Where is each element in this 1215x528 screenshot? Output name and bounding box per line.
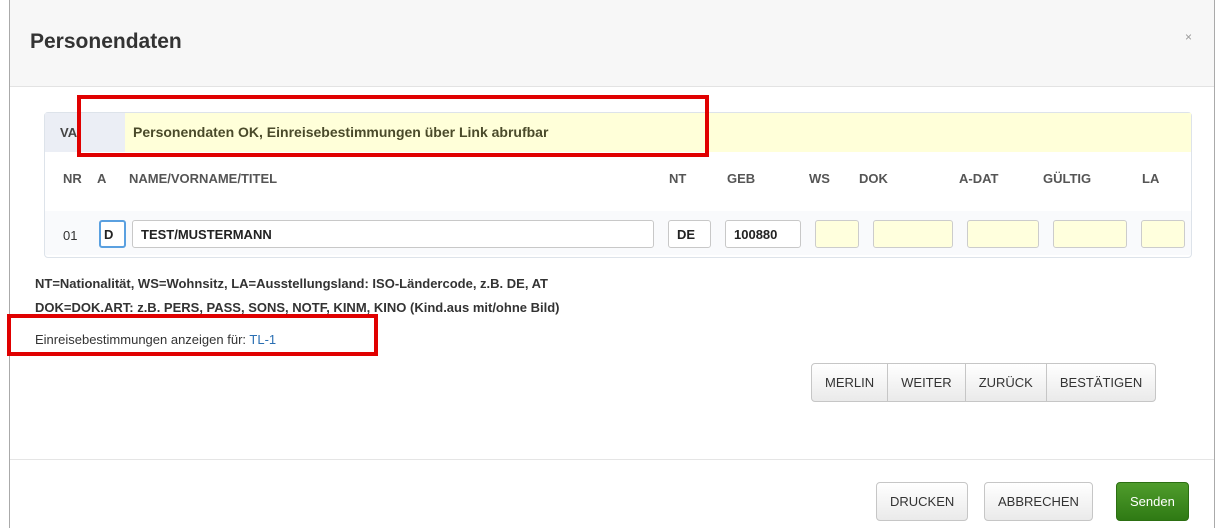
va-label: VA bbox=[45, 113, 125, 152]
la-field[interactable] bbox=[1141, 220, 1185, 248]
header-a: A bbox=[97, 171, 107, 186]
print-button[interactable]: DRUCKEN bbox=[876, 482, 969, 521]
header-ws: WS bbox=[809, 171, 830, 186]
a-dat-field[interactable] bbox=[967, 220, 1039, 248]
dialog-footer: DRUCKEN ABBRECHEN Senden bbox=[10, 459, 1214, 528]
merlin-button[interactable]: MERLIN bbox=[811, 363, 889, 402]
dok-field[interactable] bbox=[873, 220, 953, 248]
bestaetigen-button[interactable]: BESTÄTIGEN bbox=[1045, 363, 1157, 402]
geb-field[interactable]: 100880 bbox=[725, 220, 801, 248]
entry-requirements: Einreisebestimmungen anzeigen für: TL-1 bbox=[35, 332, 276, 347]
help-text-doc-type: DOK=DOK.ART: z.B. PERS, PASS, SONS, NOTF… bbox=[35, 300, 560, 315]
table-row: 01 D TEST/MUSTERMANN DE 100880 bbox=[45, 211, 1191, 255]
entry-requirements-link[interactable]: TL-1 bbox=[249, 332, 276, 347]
header-gueltig: GÜLTIG bbox=[1043, 171, 1092, 186]
header-dok: DOK bbox=[859, 171, 888, 186]
close-icon[interactable]: × bbox=[1185, 30, 1192, 44]
send-button[interactable]: Senden bbox=[1116, 482, 1189, 521]
cancel-button[interactable]: ABBRECHEN bbox=[984, 482, 1093, 521]
row-nr: 01 bbox=[63, 228, 78, 243]
header-nt: NT bbox=[669, 171, 687, 186]
entry-requirements-label: Einreisebestimmungen anzeigen für: bbox=[35, 332, 247, 347]
action-button-group: MERLIN WEITER ZURÜCK BESTÄTIGEN bbox=[811, 363, 1157, 402]
va-row: VA Personendaten OK, Einreisebestimmunge… bbox=[45, 113, 1191, 152]
header-la: LA bbox=[1142, 171, 1160, 186]
ws-field[interactable] bbox=[815, 220, 859, 248]
personendaten-dialog: Personendaten × VA Personendaten OK, Ein… bbox=[9, 0, 1215, 528]
va-message: Personendaten OK, Einreisebestimmungen ü… bbox=[125, 113, 1191, 152]
dialog-title: Personendaten bbox=[30, 30, 182, 53]
weiter-button[interactable]: WEITER bbox=[887, 363, 966, 402]
nt-field[interactable]: DE bbox=[668, 220, 711, 248]
table-header: NR A NAME/VORNAME/TITEL NT GEB WS DOK A-… bbox=[45, 171, 1191, 191]
header-a-dat: A-DAT bbox=[959, 171, 999, 186]
passenger-panel: VA Personendaten OK, Einreisebestimmunge… bbox=[44, 112, 1192, 258]
a-field[interactable]: D bbox=[99, 220, 126, 248]
zurueck-button[interactable]: ZURÜCK bbox=[964, 363, 1047, 402]
dialog-header: Personendaten × bbox=[10, 0, 1214, 87]
header-geb: GEB bbox=[727, 171, 756, 186]
name-field[interactable]: TEST/MUSTERMANN bbox=[132, 220, 654, 248]
header-nr: NR bbox=[63, 171, 82, 186]
help-text-nationality: NT=Nationalität, WS=Wohnsitz, LA=Ausstel… bbox=[35, 276, 548, 291]
gueltig-field[interactable] bbox=[1053, 220, 1127, 248]
header-name: NAME/VORNAME/TITEL bbox=[129, 171, 278, 186]
